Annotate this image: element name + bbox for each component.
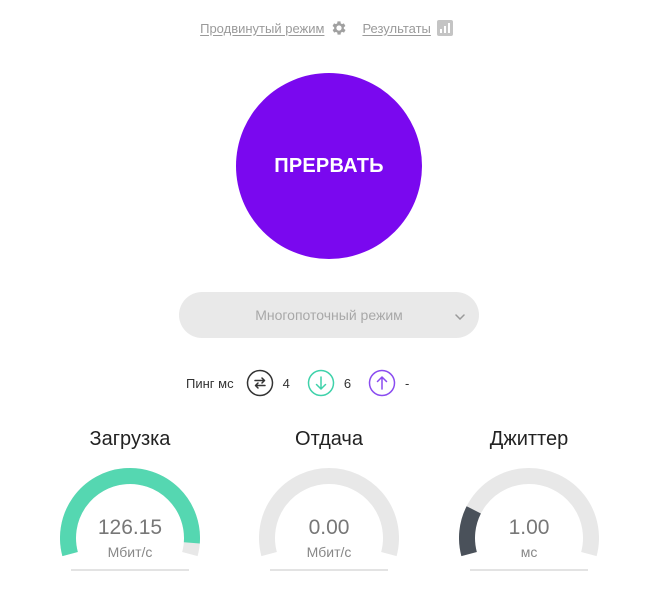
mode-select-value: Многопоточный режим <box>255 307 403 323</box>
ping-item-download: 6 <box>307 369 351 397</box>
gauge-download-title: Загрузка <box>89 428 171 450</box>
gauge-jitter: Джиттер 1.00 мс <box>454 428 604 578</box>
mode-select[interactable]: Многопоточный режим <box>179 292 479 338</box>
ping-latency-value: 4 <box>282 375 290 391</box>
arrow-down-circle-icon <box>307 369 335 397</box>
ping-upload-value: - <box>405 375 410 391</box>
speedtest-page: Продвинутый режим Результаты ПРЕРВАТЬ Мн… <box>0 0 653 593</box>
gauge-download-unit: Мбит/с <box>107 544 153 560</box>
gauge-jitter-baseline <box>470 569 588 571</box>
gauge-upload-title: Отдача <box>295 428 363 450</box>
gear-icon <box>330 19 348 37</box>
gauge-jitter-unit: мс <box>520 544 538 560</box>
gauge-jitter-value: 1.00 <box>508 516 550 539</box>
results-label: Результаты <box>362 20 431 36</box>
arrow-up-circle-icon <box>368 369 396 397</box>
gauge-download-baseline <box>71 569 189 571</box>
gauge-upload-baseline <box>270 569 388 571</box>
swap-arrows-icon <box>246 369 274 397</box>
stop-test-label: ПРЕРВАТЬ <box>274 154 384 177</box>
stop-test-button[interactable]: ПРЕРВАТЬ <box>236 73 422 259</box>
bar-chart-icon <box>436 20 453 36</box>
gauge-upload: Отдача 0.00 Мбит/с <box>254 428 404 578</box>
results-link[interactable]: Результаты <box>362 20 453 36</box>
gauge-download: Загрузка 126.15 Мбит/с <box>55 428 205 578</box>
advanced-mode-label: Продвинутый режим <box>200 20 325 36</box>
gauge-download-value: 126.15 <box>97 516 163 539</box>
gauge-jitter-title: Джиттер <box>489 428 569 450</box>
ping-download-value: 6 <box>343 375 352 391</box>
advanced-mode-link[interactable]: Продвинутый режим <box>200 19 348 37</box>
ping-label: Пинг мс <box>186 375 234 391</box>
gauge-upload-value: 0.00 <box>308 516 350 539</box>
ping-item-latency: 4 <box>246 369 290 397</box>
chevron-down-icon <box>455 307 465 323</box>
ping-item-upload: - <box>368 369 409 397</box>
ping-row: Пинг мс 4 6 - <box>186 369 426 397</box>
gauge-upload-unit: Мбит/с <box>306 544 352 560</box>
top-links: Продвинутый режим Результаты <box>0 19 653 37</box>
